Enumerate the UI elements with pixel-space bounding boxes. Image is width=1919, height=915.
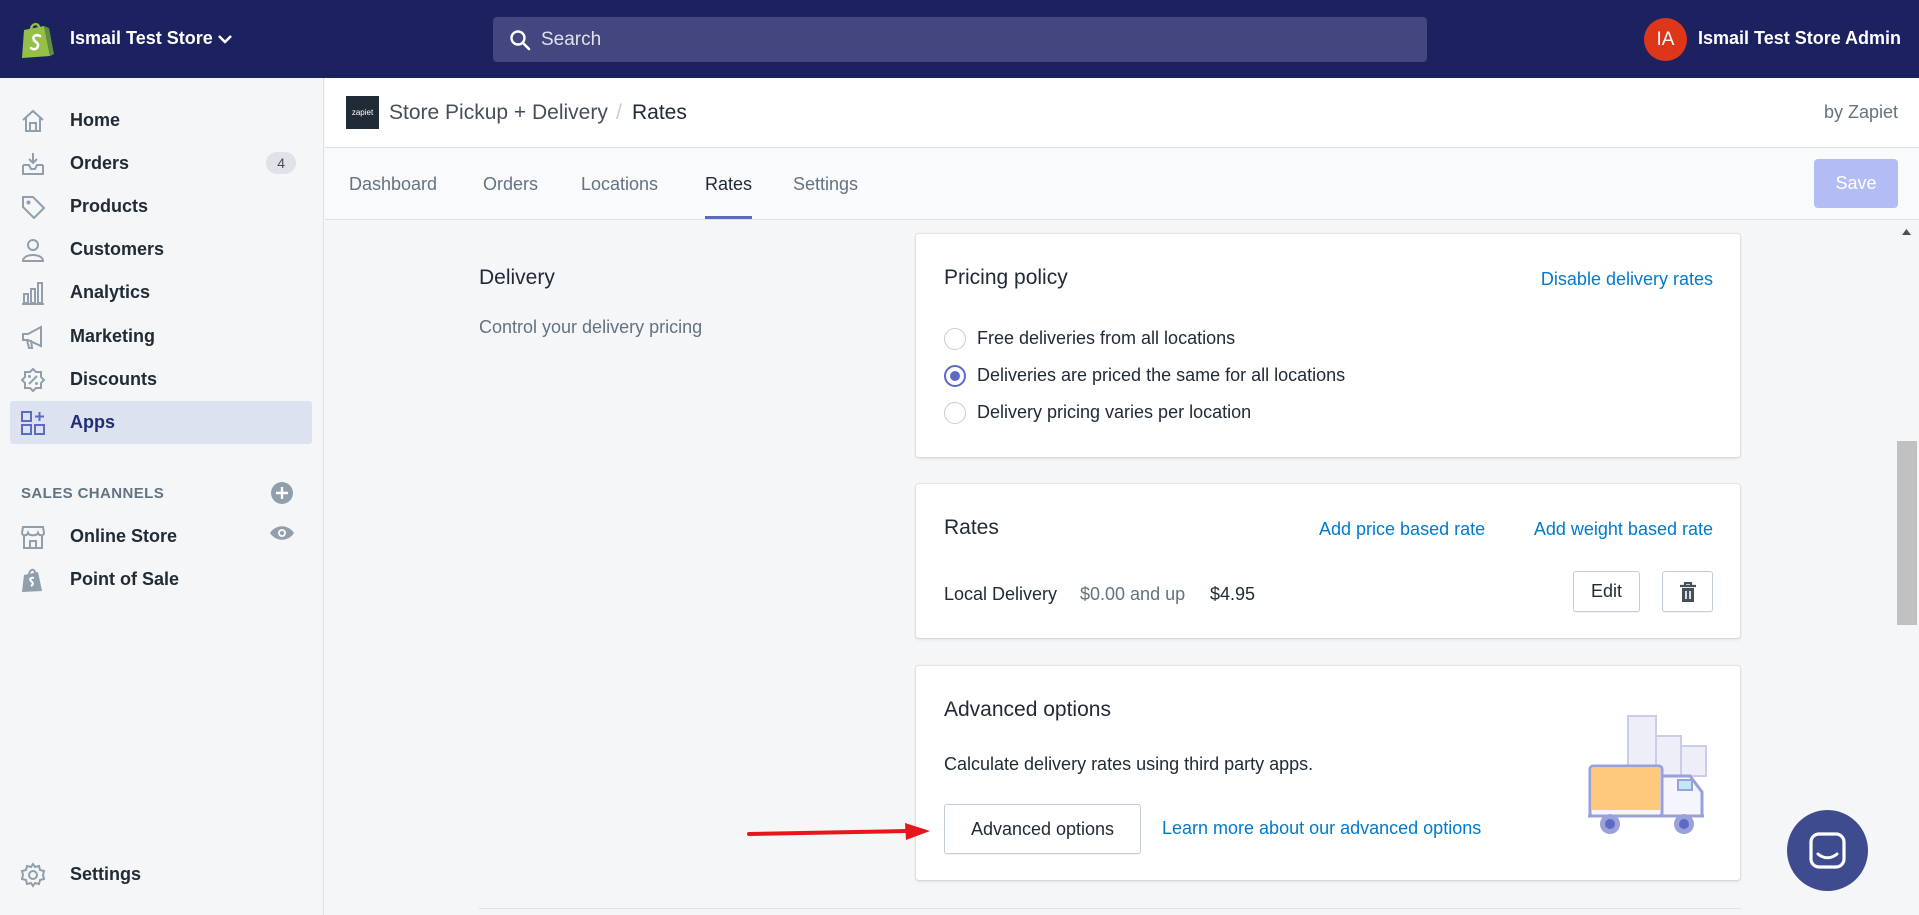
chat-launcher-button[interactable]	[1787, 810, 1868, 891]
search-input[interactable]: Search	[541, 29, 601, 51]
page-title: Rates	[632, 101, 687, 124]
discount-icon	[20, 367, 46, 393]
sidebar-item-home[interactable]: Home	[10, 99, 312, 142]
card-title: Advanced options	[944, 698, 1111, 721]
store-name[interactable]: Ismail Test Store	[70, 28, 213, 49]
avatar[interactable]: IA	[1644, 18, 1687, 61]
annotation-arrow-icon	[747, 823, 930, 840]
sidebar-item-label: Products	[70, 196, 149, 216]
trash-icon	[1680, 582, 1696, 602]
app-tabs: Dashboard Orders Locations Rates Setting…	[325, 149, 1919, 220]
tab-rates[interactable]: Rates	[705, 174, 752, 195]
sidebar-item-label: Orders	[70, 153, 130, 173]
breadcrumb-app[interactable]: Store Pickup + Delivery	[389, 101, 608, 125]
radio-free-deliveries[interactable]	[944, 328, 966, 350]
sidebar-item-label: Apps	[70, 412, 115, 432]
sidebar-item-analytics[interactable]: Analytics	[10, 271, 312, 314]
edit-rate-button[interactable]: Edit	[1573, 571, 1640, 612]
sidebar-item-label: Analytics	[70, 282, 151, 302]
sidebar-item-orders[interactable]: Orders 4	[10, 142, 312, 185]
tab-dashboard[interactable]: Dashboard	[349, 174, 437, 195]
radio-varies-per-location[interactable]	[944, 402, 966, 424]
sidebar-item-marketing[interactable]: Marketing	[10, 315, 312, 358]
section-description: Control your delivery pricing	[479, 317, 703, 337]
sidebar: Home Orders 4 Products Customers Analyti…	[0, 78, 324, 915]
tab-locations[interactable]: Locations	[581, 174, 658, 195]
orders-count-badge: 4	[266, 152, 296, 174]
sidebar-item-label: Online Store	[70, 526, 178, 546]
radio-same-price[interactable]	[944, 365, 966, 387]
gear-icon	[20, 862, 46, 888]
search-icon	[510, 30, 531, 51]
scrollbar-thumb[interactable]	[1897, 441, 1917, 625]
section-title: Delivery	[479, 266, 555, 289]
sidebar-item-apps[interactable]: Apps	[10, 401, 312, 444]
tab-orders[interactable]: Orders	[483, 174, 538, 195]
advanced-options-button[interactable]: Advanced options	[944, 804, 1141, 854]
radio-label[interactable]: Free deliveries from all locations	[977, 328, 1235, 349]
zapiet-logo[interactable]: zapiet	[346, 96, 379, 129]
rate-price: $4.95	[1210, 584, 1256, 604]
scroll-up-arrow-icon[interactable]	[1901, 228, 1912, 236]
top-bar: Ismail Test Store Search IA Ismail Test …	[0, 0, 1919, 78]
card-title: Pricing policy	[944, 266, 1068, 289]
megaphone-icon	[22, 325, 42, 349]
sidebar-item-label: Discounts	[70, 369, 158, 389]
delivery-truck-illustration	[1588, 715, 1707, 834]
advanced-options-card: Advanced options Calculate delivery rate…	[916, 666, 1740, 880]
save-button[interactable]: Save	[1814, 159, 1898, 208]
admin-name[interactable]: Ismail Test Store Admin	[1698, 28, 1901, 49]
add-circle-icon[interactable]	[270, 481, 294, 505]
rate-condition: $0.00 and up	[1080, 584, 1186, 604]
home-icon	[22, 109, 44, 132]
sidebar-item-customers[interactable]: Customers	[10, 228, 312, 271]
tag-icon	[22, 196, 46, 220]
chat-icon	[1809, 832, 1846, 869]
add-weight-rate-link[interactable]: Add weight based rate	[1534, 519, 1713, 540]
sales-channels-heading: SALES CHANNELS	[21, 485, 165, 502]
bar-chart-icon	[22, 282, 44, 305]
person-icon	[21, 239, 45, 262]
add-price-rate-link[interactable]: Add price based rate	[1319, 519, 1485, 540]
active-tab-indicator	[705, 216, 752, 219]
tab-settings[interactable]: Settings	[793, 174, 858, 195]
delete-rate-button[interactable]	[1662, 571, 1713, 612]
section-divider	[479, 908, 1741, 909]
advanced-description: Calculate delivery rates using third par…	[944, 754, 1314, 774]
app-header: zapiet Store Pickup + Delivery / Rates b…	[325, 78, 1919, 148]
eye-icon[interactable]	[269, 524, 295, 542]
orders-icon	[22, 153, 44, 175]
sidebar-item-label: Point of Sale	[70, 569, 180, 589]
learn-more-link[interactable]: Learn more about our advanced options	[1162, 818, 1481, 839]
sidebar-item-settings[interactable]: Settings	[10, 853, 312, 896]
sidebar-item-discounts[interactable]: Discounts	[10, 358, 312, 401]
sidebar-item-point-of-sale[interactable]: Point of Sale	[10, 558, 312, 601]
shopify-logo-icon[interactable]	[20, 20, 54, 60]
store-icon	[20, 526, 46, 549]
radio-label[interactable]: Deliveries are priced the same for all l…	[977, 365, 1345, 386]
rates-card: Rates Add price based rate Add weight ba…	[916, 484, 1740, 638]
sidebar-item-online-store[interactable]: Online Store	[10, 515, 312, 558]
app-vendor: by Zapiet	[1823, 102, 1898, 122]
apps-icon	[21, 411, 45, 435]
pricing-policy-card: Pricing policy Disable delivery rates Fr…	[916, 234, 1740, 457]
breadcrumb-separator: /	[616, 101, 622, 124]
sidebar-item-label: Settings	[70, 864, 142, 884]
disable-delivery-rates-link[interactable]: Disable delivery rates	[1541, 269, 1713, 290]
rate-name: Local Delivery	[944, 584, 1058, 604]
chevron-down-icon[interactable]	[217, 31, 233, 47]
radio-label[interactable]: Delivery pricing varies per location	[977, 402, 1251, 423]
shopify-bag-icon	[22, 568, 42, 592]
sidebar-item-label: Marketing	[70, 326, 156, 346]
sidebar-item-label: Customers	[70, 239, 165, 259]
search-bar[interactable]: Search	[493, 17, 1427, 62]
sidebar-item-products[interactable]: Products	[10, 185, 312, 228]
sidebar-item-label: Home	[70, 110, 121, 130]
card-title: Rates	[944, 516, 999, 539]
